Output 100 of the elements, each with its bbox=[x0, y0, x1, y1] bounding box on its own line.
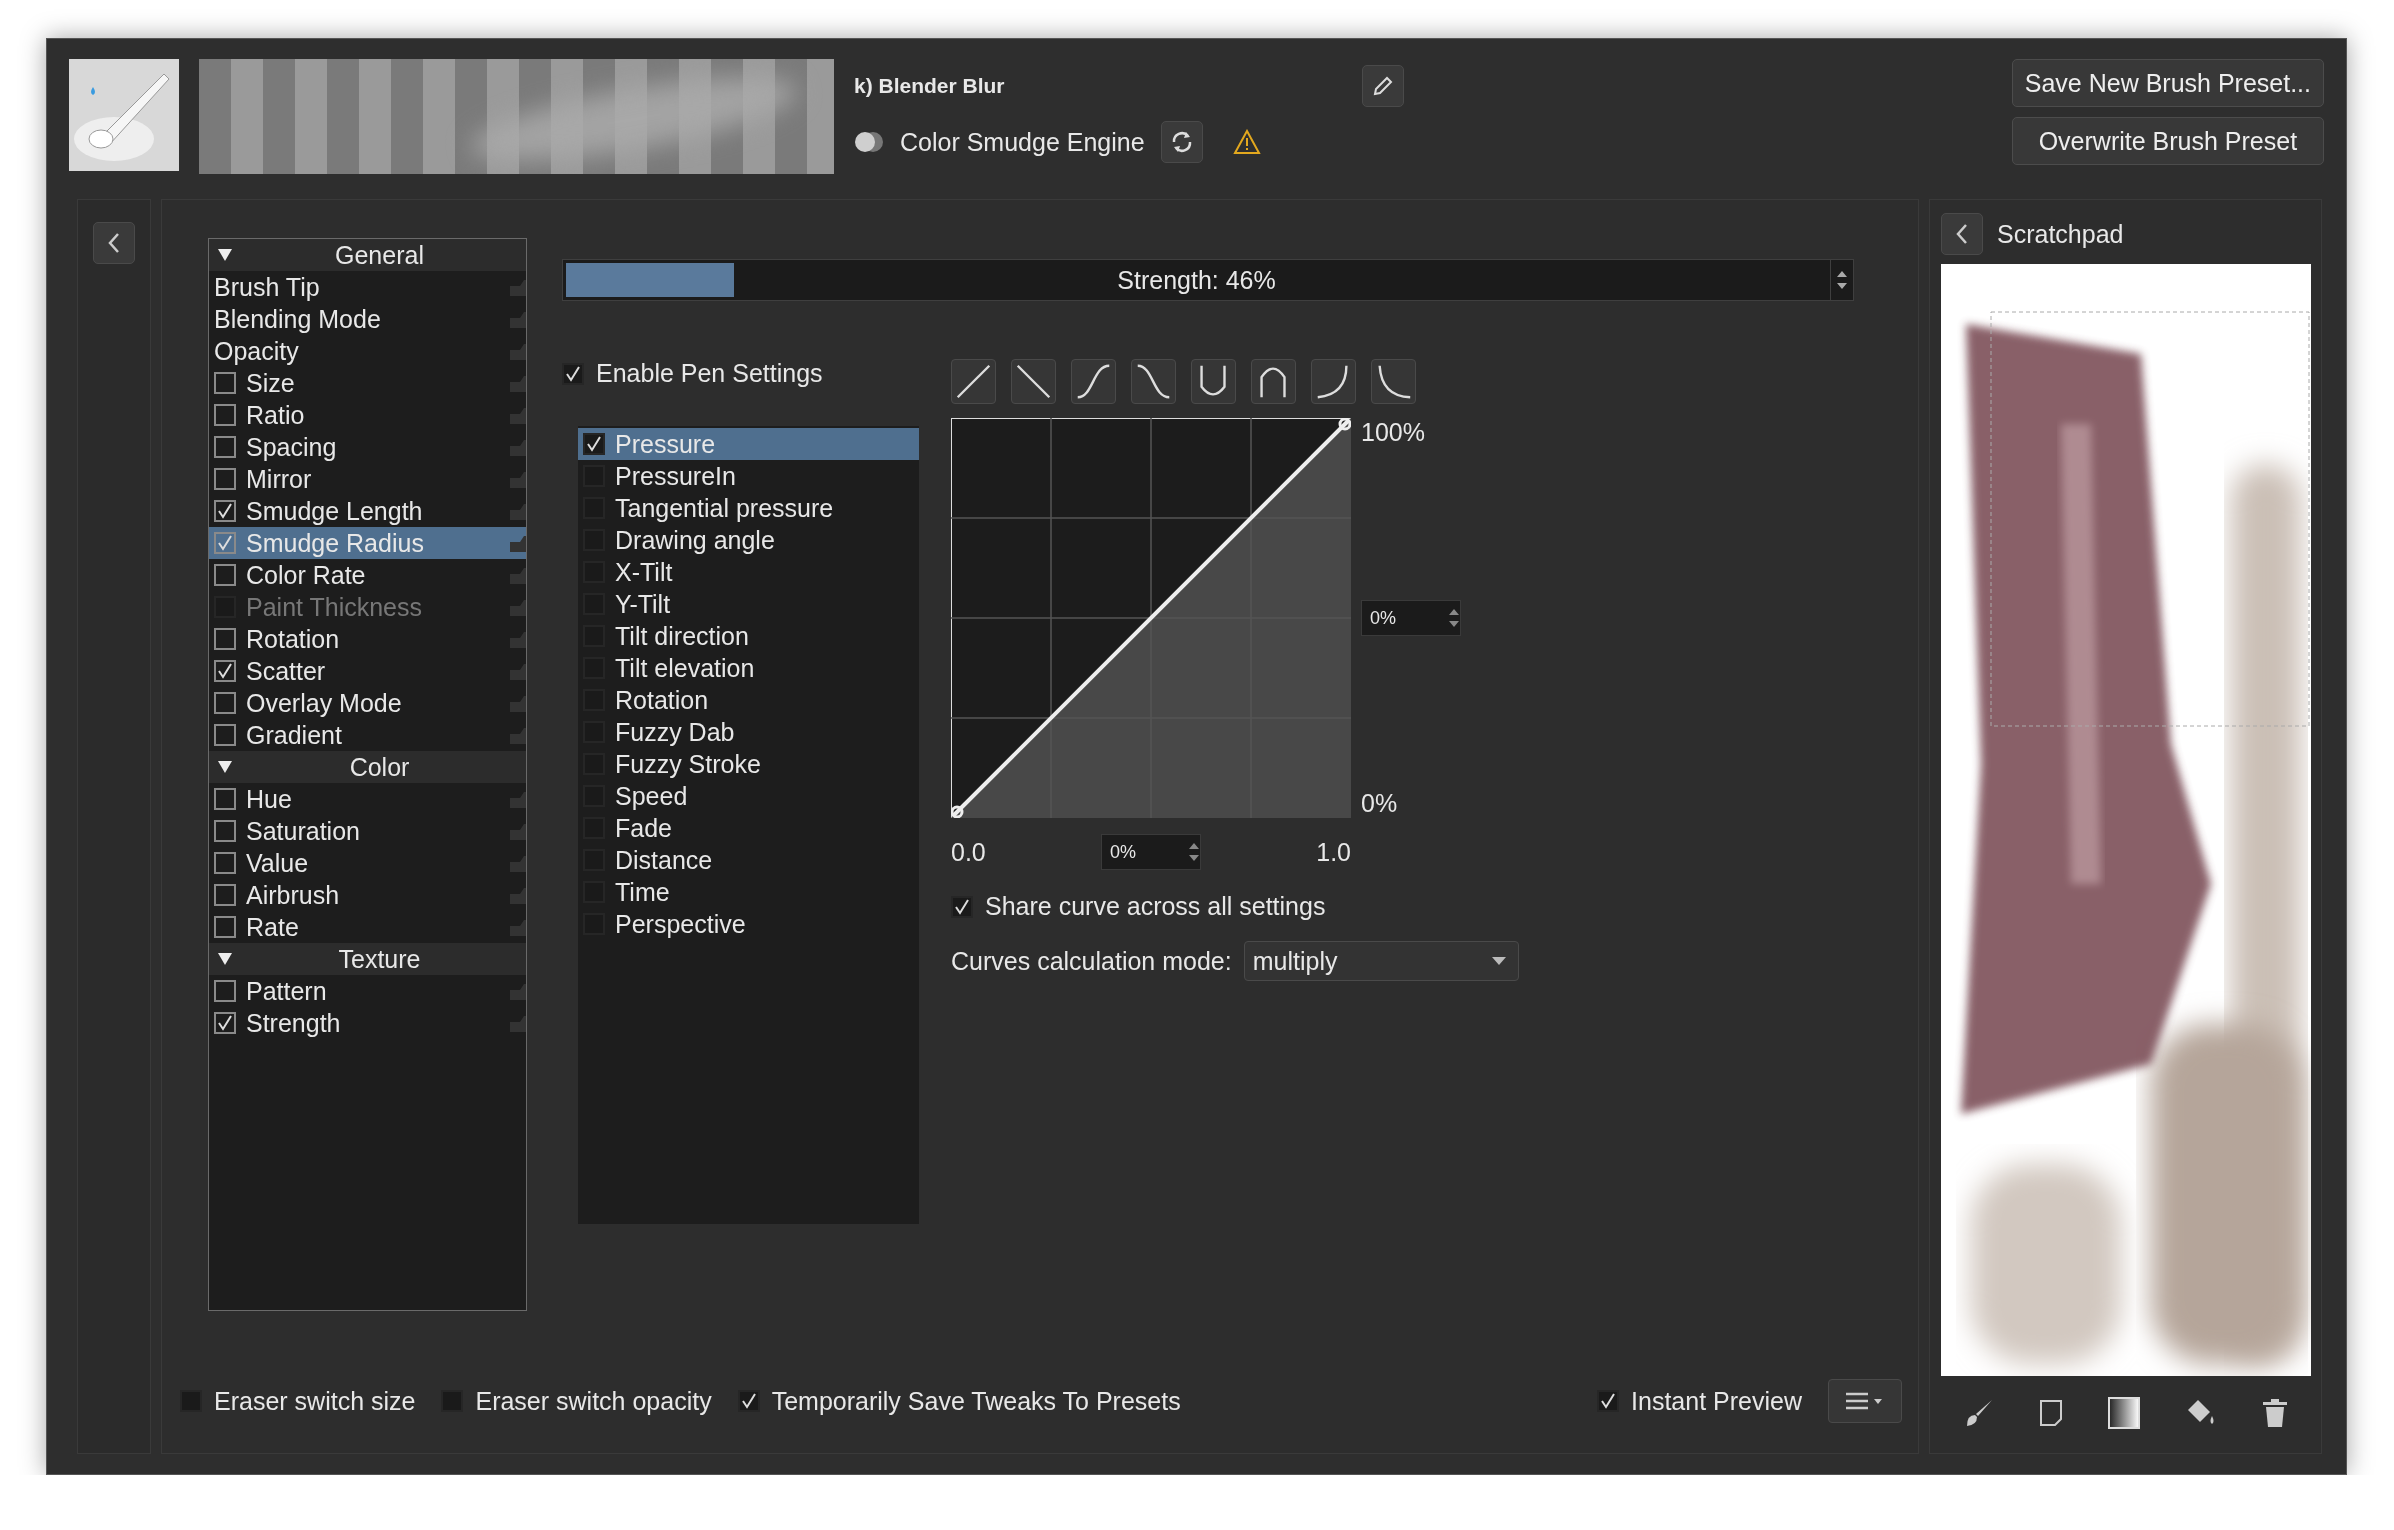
list-row[interactable]: Blending Mode bbox=[209, 303, 526, 335]
checkbox[interactable] bbox=[1597, 1390, 1620, 1412]
option-label[interactable]: Hue bbox=[246, 784, 292, 814]
edit-button[interactable] bbox=[1362, 65, 1404, 107]
list-row[interactable]: Smudge Length bbox=[209, 495, 526, 527]
sensor-label[interactable]: Perspective bbox=[615, 909, 746, 939]
list-row[interactable]: Perspective bbox=[578, 908, 919, 940]
list-row[interactable]: Fuzzy Stroke bbox=[578, 748, 919, 780]
list-row[interactable]: Time bbox=[578, 876, 919, 908]
curve-preset-button[interactable] bbox=[1071, 359, 1116, 404]
option-label[interactable]: Smudge Length bbox=[246, 496, 423, 526]
sensor-label[interactable]: Distance bbox=[615, 845, 713, 875]
engine-toggle-icon[interactable] bbox=[854, 131, 884, 153]
collapse-button[interactable] bbox=[93, 222, 135, 264]
option-label[interactable]: Rotation bbox=[246, 624, 340, 654]
sensor-label[interactable]: Tangential pressure bbox=[615, 493, 834, 523]
sensor-label[interactable]: Pressure bbox=[615, 429, 716, 459]
list-row[interactable]: X-Tilt bbox=[578, 556, 919, 588]
option-label[interactable]: Airbrush bbox=[246, 880, 340, 910]
checkbox[interactable] bbox=[214, 692, 236, 714]
list-row[interactable]: Mirror bbox=[209, 463, 526, 495]
list-row[interactable]: Ratio bbox=[209, 399, 526, 431]
checkbox[interactable] bbox=[214, 980, 236, 1002]
sensor-label[interactable]: Fuzzy Dab bbox=[615, 717, 735, 747]
sensor-label[interactable]: Speed bbox=[615, 781, 688, 811]
list-row[interactable]: Brush Tip bbox=[209, 271, 526, 303]
checkbox[interactable] bbox=[214, 564, 236, 586]
list-row[interactable]: Tilt direction bbox=[578, 620, 919, 652]
checkbox[interactable] bbox=[562, 362, 584, 385]
option-label[interactable]: Size bbox=[246, 368, 295, 398]
option-label[interactable]: Saturation bbox=[246, 816, 360, 846]
checkbox[interactable] bbox=[214, 1012, 236, 1034]
curve-preset-button[interactable] bbox=[1011, 359, 1056, 404]
option-label[interactable]: Mirror bbox=[246, 464, 312, 494]
trash-icon[interactable] bbox=[2261, 1398, 2288, 1428]
list-row[interactable]: Spacing bbox=[209, 431, 526, 463]
list-row[interactable]: Distance bbox=[578, 844, 919, 876]
menu-button[interactable] bbox=[1828, 1379, 1902, 1423]
checkbox[interactable] bbox=[214, 628, 236, 650]
reload-button[interactable] bbox=[1160, 121, 1203, 163]
list-row[interactable]: Rotation bbox=[209, 623, 526, 655]
number-field[interactable]: 0% bbox=[1361, 600, 1461, 636]
list-row[interactable]: Fuzzy Dab bbox=[578, 716, 919, 748]
expand-triangle-icon[interactable] bbox=[217, 760, 233, 774]
list-row[interactable]: Fade bbox=[578, 812, 919, 844]
list-row[interactable]: Tilt elevation bbox=[578, 652, 919, 684]
list-row[interactable]: Speed bbox=[578, 780, 919, 812]
checkbox[interactable] bbox=[951, 895, 973, 918]
list-row[interactable]: Smudge Radius bbox=[209, 527, 526, 559]
sensor-label[interactable]: PressureIn bbox=[615, 461, 736, 491]
list-row[interactable]: Size bbox=[209, 367, 526, 399]
gradient-icon[interactable] bbox=[2107, 1397, 2140, 1429]
sensor-label[interactable]: Tilt elevation bbox=[615, 653, 755, 683]
checkbox[interactable] bbox=[214, 724, 236, 746]
number-field[interactable]: 0% bbox=[1101, 834, 1201, 870]
checkbox[interactable] bbox=[214, 820, 236, 842]
option-label[interactable]: Ratio bbox=[246, 400, 305, 430]
checkbox[interactable] bbox=[214, 788, 236, 810]
option-label[interactable]: Gradient bbox=[246, 720, 342, 750]
option-label[interactable]: Strength bbox=[246, 1008, 341, 1038]
checkbox[interactable] bbox=[214, 500, 236, 522]
back-button[interactable] bbox=[1941, 213, 1983, 255]
checkbox[interactable] bbox=[214, 404, 236, 426]
curve-preset-button[interactable] bbox=[1191, 359, 1236, 404]
list-row[interactable]: Tangential pressure bbox=[578, 492, 919, 524]
sensor-label[interactable]: Rotation bbox=[615, 685, 709, 715]
sensor-label[interactable]: X-Tilt bbox=[615, 557, 673, 587]
checkbox[interactable] bbox=[737, 1390, 760, 1412]
list-row[interactable]: Scatter bbox=[209, 655, 526, 687]
sensor-label[interactable]: Fuzzy Stroke bbox=[615, 749, 761, 779]
sensor-label[interactable]: Tilt direction bbox=[615, 621, 749, 651]
list-row[interactable]: PressureIn bbox=[578, 460, 919, 492]
list-row[interactable]: Strength bbox=[209, 1007, 526, 1039]
curve-preset-button[interactable] bbox=[951, 359, 996, 404]
curve-preset-button[interactable] bbox=[1311, 359, 1356, 404]
option-label[interactable]: Smudge Radius bbox=[246, 528, 424, 558]
option-label[interactable]: Color Rate bbox=[246, 560, 366, 590]
curve-editor-drawing[interactable] bbox=[951, 418, 1351, 818]
lock-icon[interactable] bbox=[510, 534, 526, 552]
checkbox[interactable] bbox=[214, 436, 236, 458]
checkbox[interactable] bbox=[214, 660, 236, 682]
preset-button[interactable]: Save New Brush Preset... bbox=[2011, 59, 2324, 107]
sensor-label[interactable]: Time bbox=[615, 877, 670, 907]
option-label[interactable]: Pattern bbox=[246, 976, 327, 1006]
list-row[interactable]: Overlay Mode bbox=[209, 687, 526, 719]
sensor-label[interactable]: Y-Tilt bbox=[615, 589, 671, 619]
list-row[interactable]: Pressure bbox=[578, 428, 919, 460]
curve-preset-button[interactable] bbox=[1131, 359, 1176, 404]
curve-preset-button[interactable] bbox=[1371, 359, 1416, 404]
option-label[interactable]: Blending Mode bbox=[214, 304, 381, 334]
list-row[interactable]: Rate bbox=[209, 911, 526, 943]
list-row[interactable]: Value bbox=[209, 847, 526, 879]
sensor-label[interactable]: Fade bbox=[615, 813, 672, 843]
option-label[interactable]: Rate bbox=[246, 912, 299, 942]
list-row[interactable]: Drawing angle bbox=[578, 524, 919, 556]
list-row[interactable]: Airbrush bbox=[209, 879, 526, 911]
page-icon[interactable] bbox=[2038, 1399, 2063, 1427]
mode-dropdown[interactable]: multiply bbox=[1243, 941, 1519, 981]
list-row[interactable]: Rotation bbox=[578, 684, 919, 716]
list-row[interactable]: Pattern bbox=[209, 975, 526, 1007]
